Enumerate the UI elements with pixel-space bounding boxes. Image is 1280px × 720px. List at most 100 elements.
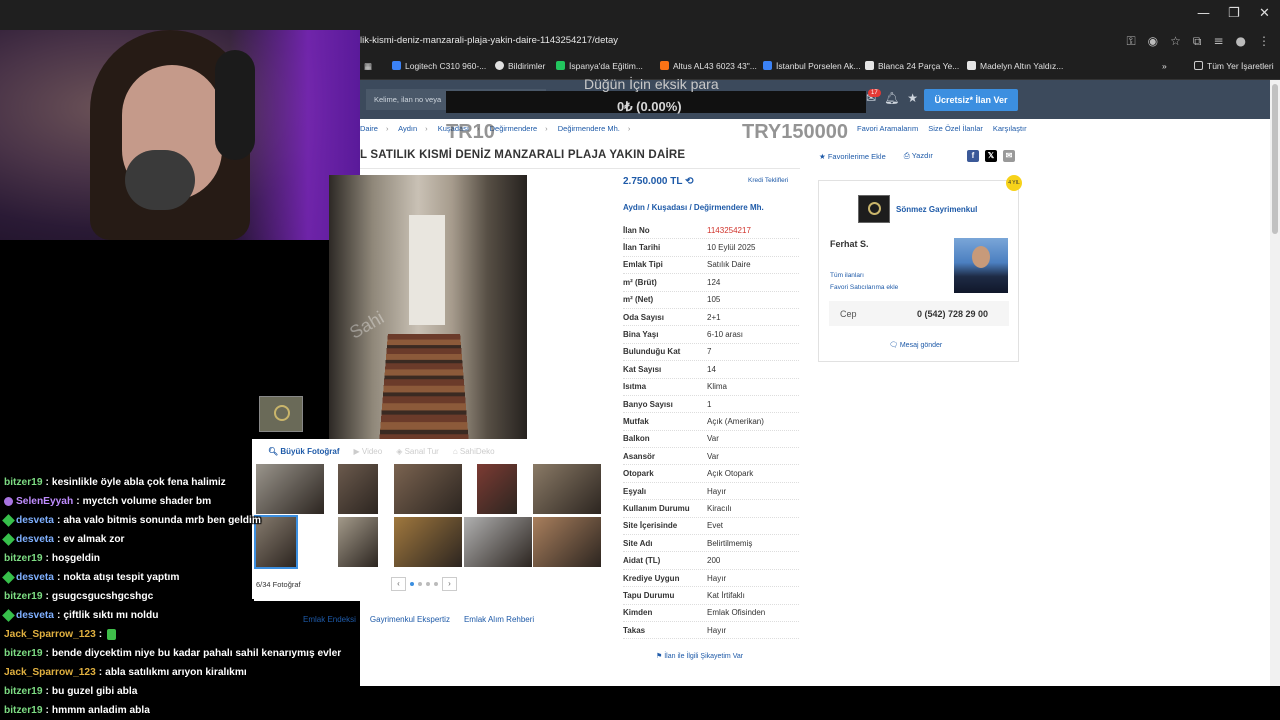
all-bookmarks-button[interactable]: Tüm Yer İşaretleri (1194, 61, 1274, 71)
email-icon[interactable]: ✉ (1003, 150, 1015, 162)
chat-username[interactable]: desveta (16, 534, 54, 545)
url-text[interactable]: lik-kismi-deniz-manzarali-plaja-yakin-da… (360, 35, 618, 46)
extensions-icon[interactable]: ⧉ (1193, 34, 1202, 49)
close-button[interactable]: ✕ (1259, 6, 1270, 21)
spec-row: Krediye Uygun Hayır (623, 570, 799, 588)
chat-username[interactable]: bitzer19 (4, 686, 43, 697)
webcam-feed (0, 0, 360, 240)
chat-username[interactable]: bitzer19 (4, 477, 43, 488)
price-history-icon[interactable]: ⟲ (685, 176, 693, 187)
tab-sahideko[interactable]: ⌂ SahiDeko (453, 447, 495, 456)
chat-message: desveta: nokta atışı tespit yaptım (2, 568, 264, 587)
photo-thumbnail[interactable] (533, 517, 601, 567)
minimize-button[interactable]: — (1197, 6, 1210, 21)
tab-large-photo[interactable]: 🔍︎ Büyük Fotoğraf (268, 447, 340, 456)
tab-special-listings[interactable]: Size Özel İlanlar (928, 124, 983, 133)
chat-username[interactable]: Jack_Sparrow_123 (4, 629, 96, 640)
menu-icon[interactable]: ⋮ (1258, 34, 1270, 49)
chat-username[interactable]: bitzer19 (4, 553, 43, 564)
spec-label: Balkon (623, 434, 650, 444)
bookmark-item[interactable]: Altus AL43 6023 43"... (660, 61, 757, 71)
add-favorite-button[interactable]: ★ Favorilerime Ekle (819, 152, 886, 161)
all-listings-link[interactable]: Tüm ilanları (830, 272, 864, 279)
add-favorite-seller-link[interactable]: Favori Satıcılarıma ekle (830, 284, 898, 291)
bell-icon[interactable]: 🔔︎ (884, 91, 899, 105)
report-listing-label: İlan ile İlgili Şikayetim Var (664, 653, 744, 660)
chat-badge-icon (2, 571, 15, 584)
spec-value: Var (707, 451, 719, 461)
main-listing-photo[interactable]: Sahi (329, 175, 527, 439)
apps-icon[interactable]: ▦ (364, 61, 372, 72)
print-button[interactable]: ⎙ Yazdır (904, 151, 933, 161)
scrollbar-thumb[interactable] (1272, 84, 1278, 234)
photo-thumbnail[interactable] (394, 517, 462, 567)
seller-company-name[interactable]: Sönmez Gayrimenkul (896, 205, 977, 214)
breadcrumb-item[interactable]: Aydın (398, 124, 417, 133)
spec-row: Site Adı Belirtilmemiş (623, 535, 799, 553)
address-bar[interactable]: lik-kismi-deniz-manzarali-plaja-yakin-da… (360, 30, 1280, 54)
photo-thumbnail[interactable] (477, 464, 517, 514)
photo-thumbnail[interactable] (338, 464, 378, 514)
phone-number[interactable]: 0 (542) 728 29 00 (917, 309, 988, 319)
maximize-button[interactable]: ❐ (1228, 6, 1240, 21)
photo-doorway (409, 215, 445, 325)
location-neighborhood[interactable]: Değirmendere Mh. (694, 203, 764, 212)
chat-username[interactable]: Jack_Sparrow_123 (4, 667, 96, 678)
link-real-estate-index[interactable]: Emlak Endeksi (303, 615, 356, 624)
breadcrumb-item[interactable]: Değirmendere Mh. (558, 124, 620, 133)
star-icon[interactable]: ☆ (1170, 34, 1181, 49)
key-icon[interactable]: ⚿ (1126, 34, 1135, 49)
pager-dot[interactable] (418, 582, 422, 586)
location-city[interactable]: Aydın (623, 203, 645, 212)
pager-dot[interactable] (410, 582, 414, 586)
link-appraisal[interactable]: Gayrimenkul Ekspertiz (370, 615, 450, 624)
spec-row: Emlak Tipi Satılık Daire (623, 257, 799, 275)
tab-favorite-searches[interactable]: Favori Aramalarım (857, 124, 918, 133)
send-message-link[interactable]: 🗨︎ Mesaj gönder (889, 341, 942, 349)
more-bookmarks-button[interactable]: » (1162, 61, 1167, 71)
location-district[interactable]: Kuşadası (652, 203, 688, 212)
bookmark-item[interactable]: Blanca 24 Parça Ye... (865, 61, 959, 71)
chat-username[interactable]: bitzer19 (4, 705, 43, 716)
page-scrollbar[interactable] (1270, 80, 1280, 690)
pager-dot[interactable] (434, 582, 438, 586)
facebook-icon[interactable]: f (967, 150, 979, 162)
chat-username[interactable]: bitzer19 (4, 648, 43, 659)
link-buying-guide[interactable]: Emlak Alım Rehberi (464, 615, 534, 624)
chat-username[interactable]: desveta (16, 610, 54, 621)
print-label: Yazdır (911, 151, 933, 160)
bookmark-item[interactable]: İstanbul Porselen Ak... (763, 61, 861, 71)
favorites-star-icon[interactable]: ★ (907, 91, 918, 105)
breadcrumb-item[interactable]: Değirmendere (490, 124, 538, 133)
photo-thumbnail[interactable] (338, 517, 378, 567)
photo-thumbnail[interactable] (464, 517, 532, 567)
credit-offers-link[interactable]: Kredi Teklifleri (748, 177, 788, 184)
bookmark-item[interactable]: Logitech C310 960-... (392, 61, 486, 71)
chat-separator: : (45, 686, 49, 697)
seller-logo[interactable] (858, 195, 890, 223)
chat-username[interactable]: desveta (16, 515, 54, 526)
profile-icon[interactable]: ● (1236, 34, 1246, 49)
chat-username[interactable]: SelenEyyah (16, 496, 73, 507)
bookmark-item[interactable]: Madelyn Altın Yaldız... (967, 61, 1063, 71)
eye-off-icon[interactable]: ◉ (1148, 34, 1158, 49)
post-listing-button[interactable]: Ücretsiz* İlan Ver (924, 89, 1018, 111)
chat-username[interactable]: desveta (16, 572, 54, 583)
tab-compare[interactable]: Karşılaştır (993, 124, 1027, 133)
pager-prev-button[interactable]: ‹ (391, 577, 406, 591)
pager-next-button[interactable]: › (442, 577, 457, 591)
photo-thumbnail[interactable] (533, 464, 601, 514)
breadcrumb-item[interactable]: Daire (360, 124, 378, 133)
report-listing-link[interactable]: ⚑ İlan ile İlgili Şikayetim Var (656, 652, 743, 660)
chat-username[interactable]: bitzer19 (4, 591, 43, 602)
photo-thumbnail[interactable] (394, 464, 462, 514)
photo-thumbnail[interactable] (256, 464, 324, 514)
tab-virtual-tour[interactable]: ◈ Sanal Tur (396, 447, 439, 456)
tab-video[interactable]: ▶ Video (354, 447, 383, 456)
reading-list-icon[interactable]: ≡ (1213, 34, 1223, 49)
bookmark-item[interactable]: İspanya'da Eğitim... (556, 61, 643, 71)
pager-dot[interactable] (426, 582, 430, 586)
bookmark-item[interactable]: Bildirimler (495, 61, 545, 71)
key-logo-icon (868, 202, 881, 215)
x-twitter-icon[interactable]: 𝕏 (985, 150, 997, 162)
